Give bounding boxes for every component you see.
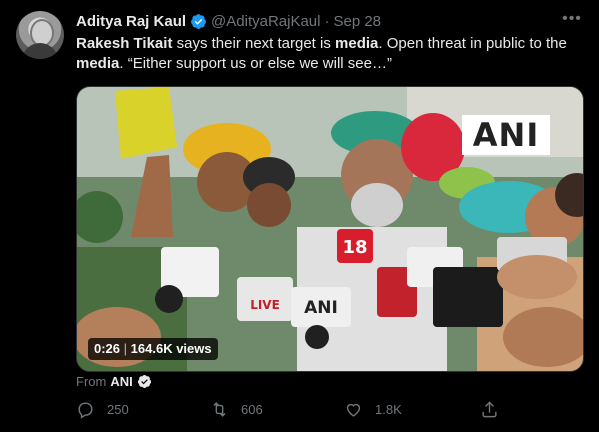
avatar[interactable] [16, 11, 64, 59]
verified-badge-icon [191, 13, 206, 29]
avatar-body [22, 43, 58, 59]
like-button[interactable]: 1.8K [344, 400, 402, 419]
source-name[interactable]: ANI [110, 374, 132, 389]
share-icon [482, 401, 497, 418]
tweet-header: Aditya Raj Kaul @AdityaRajKaul · Sep 28 [76, 11, 381, 31]
reply-count: 250 [107, 402, 129, 417]
source-attribution: From ANI [76, 374, 152, 389]
reply-button[interactable]: 250 [76, 400, 129, 419]
text-segment: . “Either support us or else we will see… [119, 55, 392, 72]
more-options-icon[interactable]: ••• [562, 11, 582, 30]
retweet-button[interactable]: 606 [210, 400, 263, 419]
verified-badge-icon [137, 374, 151, 389]
video-duration: 0:26 [94, 341, 121, 356]
like-count: 1.8K [375, 402, 402, 417]
author-handle[interactable]: @AdityaRajKaul [211, 13, 320, 30]
ani-watermark: ANI [462, 115, 550, 155]
separator-dot: · [324, 12, 330, 30]
mic-label: LIVE [250, 298, 280, 312]
video-stats-badge: 0:26 | 164.6K views [88, 338, 218, 360]
reply-icon [78, 402, 93, 419]
text-segment: says their next target is [172, 35, 336, 52]
tweet-date[interactable]: Sep 28 [333, 13, 381, 30]
retweet-icon [213, 402, 226, 417]
video-player[interactable]: 18 ANI LIVE ANI 0:26 | 164.6K views [76, 86, 584, 372]
heart-icon [346, 403, 361, 417]
tweet-text: Rakesh Tikait says their next target is … [76, 34, 586, 74]
tweet-actions: 250 606 1.8K [76, 400, 506, 424]
mic-label: ANI [304, 298, 338, 318]
source-prefix: From [76, 374, 107, 389]
retweet-count: 606 [241, 402, 263, 417]
video-views: 164.6K views [130, 341, 212, 356]
tweet[interactable]: Aditya Raj Kaul @AdityaRajKaul · Sep 28 … [0, 0, 599, 432]
text-segment[interactable]: Rakesh Tikait [76, 35, 172, 52]
share-button[interactable] [480, 400, 499, 419]
author-name[interactable]: Aditya Raj Kaul [76, 13, 186, 30]
text-segment: media [335, 35, 379, 52]
mic-label: 18 [342, 237, 367, 258]
text-segment: media [76, 55, 120, 72]
text-segment: . Open threat in public to the [378, 35, 567, 52]
